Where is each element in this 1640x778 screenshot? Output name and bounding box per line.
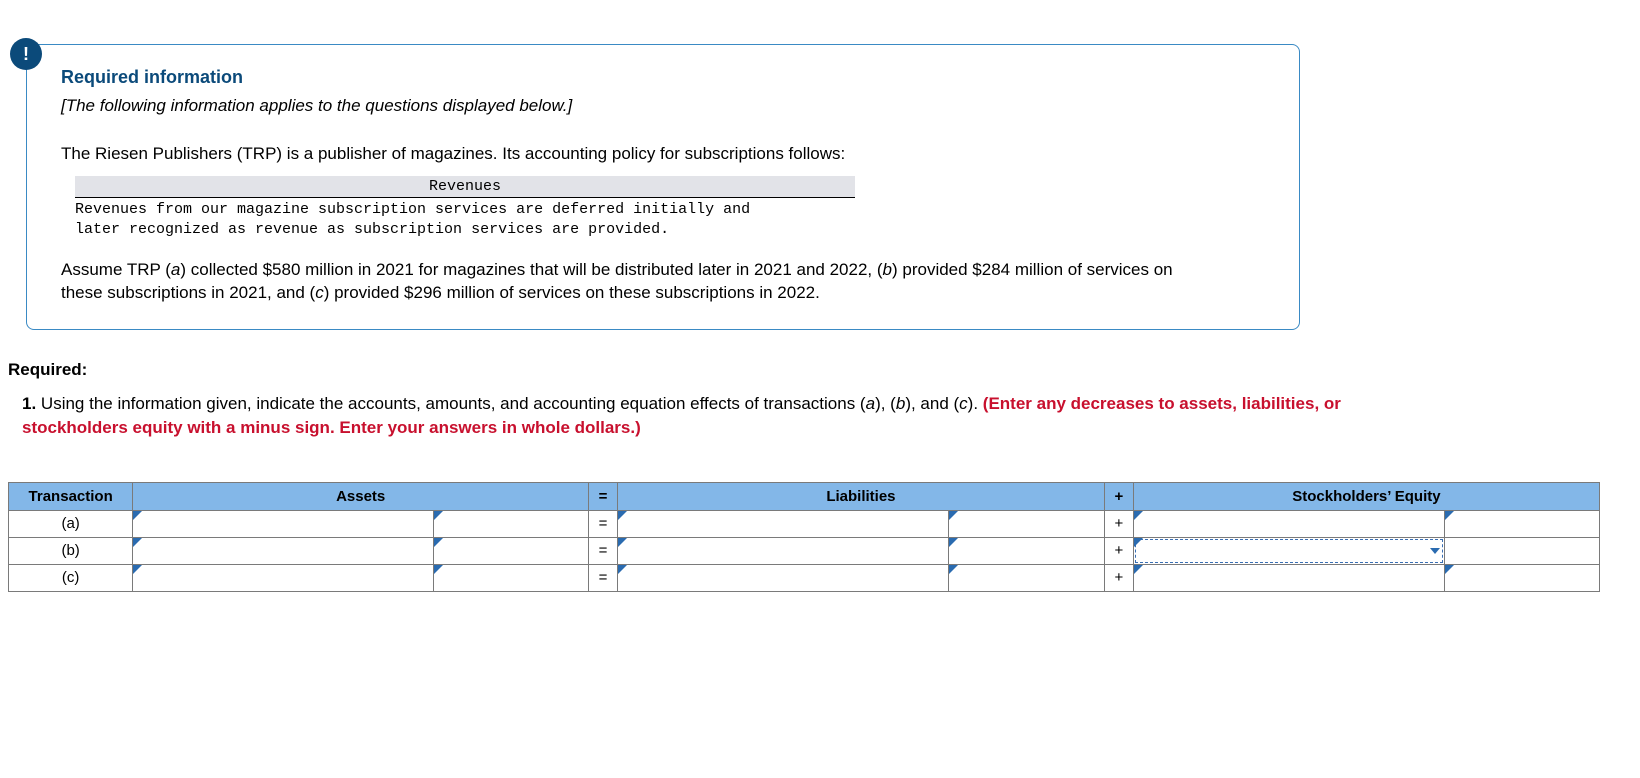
dropdown-marker-icon (618, 538, 627, 547)
dropdown-marker-icon (1134, 565, 1143, 574)
question-post: ). (968, 394, 983, 413)
dropdown-marker-icon (1134, 511, 1143, 520)
liabilities-account-input[interactable] (618, 511, 948, 537)
table-row: (c) = + (9, 564, 1600, 591)
liabilities-amount-input[interactable] (949, 538, 1103, 564)
transaction-label: (b) (9, 537, 133, 564)
alert-icon: ! (10, 38, 42, 70)
info-box: Required information [The following info… (26, 44, 1300, 330)
dropdown-marker-icon (1134, 538, 1143, 547)
plus-cell: + (1104, 510, 1133, 537)
liabilities-account-input[interactable] (618, 538, 948, 564)
dropdown-marker-icon (618, 565, 627, 574)
assume-a-text: ) collected $580 million in 2021 for mag… (180, 260, 882, 279)
assume-pre: Assume TRP ( (61, 260, 171, 279)
liabilities-amount-cell (949, 537, 1104, 564)
policy-box: Revenues Revenues from our magazine subs… (75, 176, 855, 242)
info-intro: The Riesen Publishers (TRP) is a publish… (61, 144, 1273, 164)
equity-account-input[interactable] (1134, 511, 1444, 537)
equity-account-cell (1133, 510, 1444, 537)
dropdown-marker-icon (133, 538, 142, 547)
header-transaction: Transaction (9, 482, 133, 510)
transaction-label: (a) (9, 510, 133, 537)
required-block: Required: 1. Using the information given… (8, 360, 1348, 440)
liabilities-account-cell (618, 564, 949, 591)
assume-c-letter: c (315, 283, 324, 302)
info-title: Required information (61, 67, 1273, 88)
liabilities-account-cell (618, 537, 949, 564)
question-pre: Using the information given, indicate th… (36, 394, 865, 413)
assets-amount-input[interactable] (434, 565, 588, 591)
assets-amount-cell (433, 537, 588, 564)
equals-cell: = (589, 564, 618, 591)
equals-cell: = (589, 537, 618, 564)
info-subtitle: [The following information applies to th… (61, 96, 1273, 116)
equity-amount-input[interactable] (1445, 511, 1599, 537)
assets-account-cell (133, 564, 433, 591)
assume-a-letter: a (171, 260, 180, 279)
policy-header: Revenues (75, 176, 855, 198)
liabilities-amount-input[interactable] (949, 511, 1103, 537)
equity-amount-cell (1444, 564, 1599, 591)
assets-account-input[interactable] (133, 511, 432, 537)
equity-account-input[interactable] (1134, 538, 1444, 564)
header-assets: Assets (133, 482, 589, 510)
equity-account-input[interactable] (1134, 565, 1444, 591)
liabilities-amount-input[interactable] (949, 565, 1103, 591)
dropdown-marker-icon (949, 538, 958, 547)
info-assume: Assume TRP (a) collected $580 million in… (61, 258, 1181, 306)
liabilities-amount-cell (949, 510, 1104, 537)
question-c: c (959, 394, 968, 413)
question-number: 1. (22, 394, 36, 413)
equity-account-cell (1133, 537, 1444, 564)
question-mid1: ), ( (875, 394, 896, 413)
header-liabilities: Liabilities (618, 482, 1105, 510)
assets-account-input[interactable] (133, 538, 432, 564)
liabilities-account-cell (618, 510, 949, 537)
dropdown-marker-icon (434, 538, 443, 547)
dropdown-marker-icon (949, 565, 958, 574)
equity-account-cell (1133, 564, 1444, 591)
assets-account-cell (133, 537, 433, 564)
plus-cell: + (1104, 564, 1133, 591)
assets-account-input[interactable] (133, 565, 432, 591)
dropdown-marker-icon (1445, 511, 1454, 520)
assets-amount-cell (433, 510, 588, 537)
dropdown-marker-icon (949, 511, 958, 520)
equation-table: Transaction Assets = Liabilities + Stock… (8, 482, 1600, 592)
policy-body: Revenues from our magazine subscription … (75, 198, 855, 242)
question-b: b (896, 394, 905, 413)
question-a: a (866, 394, 875, 413)
liabilities-account-input[interactable] (618, 565, 948, 591)
dropdown-marker-icon (618, 511, 627, 520)
dropdown-marker-icon (434, 511, 443, 520)
equity-amount-cell (1444, 510, 1599, 537)
header-equity: Stockholders’ Equity (1133, 482, 1599, 510)
required-question: 1. Using the information given, indicate… (8, 392, 1348, 440)
dropdown-marker-icon (434, 565, 443, 574)
equity-amount-input[interactable] (1445, 565, 1599, 591)
assets-amount-cell (433, 564, 588, 591)
assets-amount-input[interactable] (434, 511, 588, 537)
table-row: (b) = + (9, 537, 1600, 564)
assets-account-cell (133, 510, 433, 537)
equity-amount-cell (1444, 537, 1599, 564)
dropdown-marker-icon (1445, 565, 1454, 574)
chevron-down-icon (1430, 548, 1440, 554)
header-plus: + (1104, 482, 1133, 510)
assume-c-text: ) provided $296 million of services on t… (324, 283, 820, 302)
question-mid2: ), and ( (905, 394, 959, 413)
table-row: (a) = + (9, 510, 1600, 537)
transaction-label: (c) (9, 564, 133, 591)
required-heading: Required: (8, 360, 1348, 380)
assume-b-letter: b (883, 260, 892, 279)
plus-cell: + (1104, 537, 1133, 564)
assets-amount-input[interactable] (434, 538, 588, 564)
header-equals: = (589, 482, 618, 510)
table-header-row: Transaction Assets = Liabilities + Stock… (9, 482, 1600, 510)
dropdown-marker-icon (133, 565, 142, 574)
dropdown-marker-icon (133, 511, 142, 520)
equals-cell: = (589, 510, 618, 537)
liabilities-amount-cell (949, 564, 1104, 591)
